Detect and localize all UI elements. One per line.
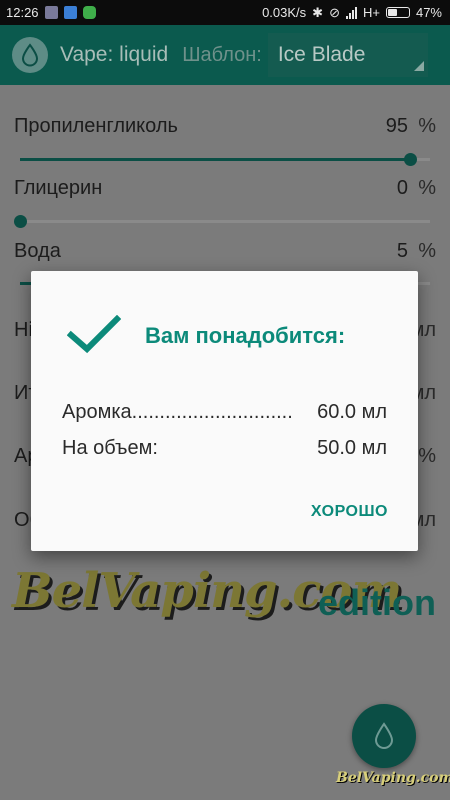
component-unit: % — [418, 240, 436, 262]
component-value: 5 — [396, 240, 408, 262]
battery-icon — [385, 7, 410, 18]
dialog-row-value: 50.0 мл — [317, 437, 387, 459]
check-icon — [67, 315, 121, 354]
component-row-water: Вода 5 % — [14, 240, 436, 263]
network-speed: 0.03K/s — [262, 5, 307, 20]
status-time: 12:26 — [6, 5, 39, 20]
edition-label: edition — [318, 582, 436, 623]
network-type: H+ — [362, 5, 380, 20]
drop-icon — [374, 722, 394, 749]
component-value: 95 — [385, 115, 408, 137]
app-notification-icon — [82, 6, 96, 19]
drop-app-icon — [12, 37, 48, 73]
row-unit: % — [418, 445, 436, 467]
bluetooth-icon: ✱ — [312, 4, 324, 20]
component-value: 0 — [396, 177, 408, 199]
status-bar: 12:26 0.03K/s ✱ ⊘ H+ 47% — [0, 0, 450, 25]
component-label: Вода — [14, 240, 61, 262]
component-label: Пропиленгликоль — [14, 115, 178, 137]
gallery-notification-icon — [44, 6, 58, 19]
slider-thumb[interactable] — [403, 153, 417, 166]
signal-icon — [345, 6, 357, 19]
calculate-fab[interactable] — [352, 704, 416, 768]
battery-percent: 47% — [415, 5, 442, 20]
dialog-row-value: 60.0 мл — [317, 401, 387, 423]
app-bar: Vape: liquid Шаблон: Ice Blade — [0, 25, 450, 85]
dropdown-arrow-icon — [413, 61, 424, 71]
slider-thumb[interactable] — [14, 215, 27, 228]
result-dialog: Вам понадобится: Аромка.................… — [31, 271, 418, 551]
pg-slider[interactable] — [20, 153, 430, 166]
dialog-row-volume: На объем: 50.0 мл — [62, 437, 387, 460]
component-label: Глицерин — [14, 177, 103, 199]
template-value: Ice Blade — [277, 43, 366, 66]
component-unit: % — [418, 115, 436, 137]
template-dropdown[interactable]: Ice Blade — [267, 33, 428, 77]
watermark: BelVaping.com — [336, 770, 450, 786]
component-row-vg: Глицерин 0 % — [14, 177, 436, 200]
dialog-title: Вам понадобится: — [145, 323, 346, 348]
slider-fill — [20, 158, 410, 161]
template-label: Шаблон: — [182, 43, 262, 66]
dialog-row-flavor: Аромка............................. 60.0… — [62, 401, 387, 424]
dropbox-notification-icon — [63, 6, 77, 19]
dialog-row-label: Аромка............................. — [62, 401, 293, 423]
component-unit: % — [418, 177, 436, 199]
vg-slider[interactable] — [14, 215, 430, 228]
alarm-off-icon: ⊘ — [329, 4, 340, 20]
app-title: Vape: liquid — [60, 43, 169, 66]
dialog-row-label: На объем: — [62, 437, 158, 459]
ok-button[interactable]: ХОРОШО — [311, 503, 388, 521]
component-row-pg: Пропиленгликоль 95 % — [14, 115, 436, 138]
